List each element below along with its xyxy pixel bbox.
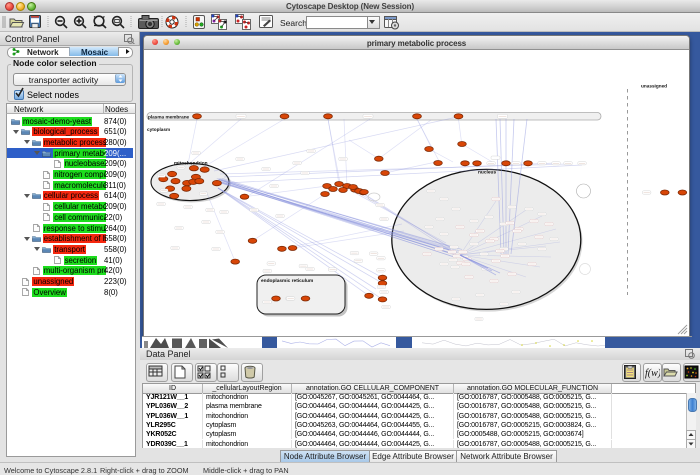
- svg-text:f(w): f(w): [645, 368, 660, 379]
- svg-text:nucleus: nucleus: [478, 170, 496, 176]
- svg-text:cytoplasm: cytoplasm: [147, 127, 170, 132]
- svg-text:mitochondrion: mitochondrion: [174, 161, 208, 167]
- svg-text:endoplasmic reticulum: endoplasmic reticulum: [261, 278, 313, 284]
- svg-text:unassigned: unassigned: [641, 84, 667, 89]
- svg-text:plasma membrane: plasma membrane: [148, 115, 190, 120]
